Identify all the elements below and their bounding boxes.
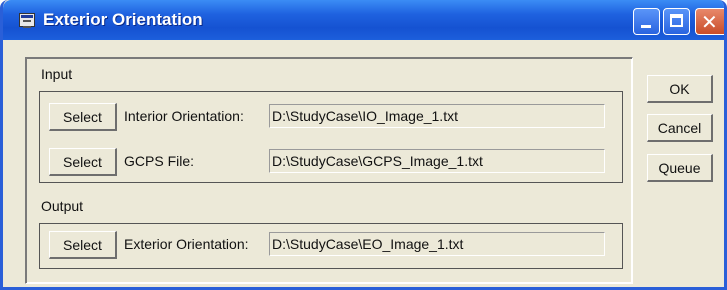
gcps-file-label: GCPS File:: [124, 153, 195, 169]
output-section-label: Output: [41, 198, 84, 214]
ok-button[interactable]: OK: [647, 75, 713, 103]
title-bar[interactable]: Exterior Orientation ✕: [3, 0, 724, 40]
window-title: Exterior Orientation: [43, 10, 203, 29]
select-gcps-file-button[interactable]: Select: [49, 148, 117, 176]
cancel-button[interactable]: Cancel: [647, 114, 713, 142]
interior-orientation-label: Interior Orientation:: [124, 108, 244, 124]
maximize-icon: [670, 14, 683, 27]
minimize-button[interactable]: [633, 8, 660, 35]
input-section-label: Input: [41, 66, 73, 82]
close-button[interactable]: ✕: [695, 8, 724, 35]
maximize-button[interactable]: [663, 8, 690, 35]
exterior-orientation-field[interactable]: D:\StudyCase\EO_Image_1.txt: [269, 232, 605, 256]
app-icon: [19, 13, 35, 28]
exterior-orientation-label: Exterior Orientation:: [124, 236, 249, 252]
dialog-window: Exterior Orientation ✕ Input Select Inte…: [0, 0, 727, 290]
select-interior-orientation-button[interactable]: Select: [49, 103, 117, 131]
interior-orientation-field[interactable]: D:\StudyCase\IO_Image_1.txt: [269, 104, 605, 128]
dialog-body: Input Select Interior Orientation: D:\St…: [6, 40, 724, 287]
queue-button[interactable]: Queue: [647, 154, 713, 182]
select-exterior-orientation-button[interactable]: Select: [49, 231, 117, 259]
gcps-file-field[interactable]: D:\StudyCase\GCPS_Image_1.txt: [269, 149, 605, 173]
close-icon: ✕: [701, 10, 718, 34]
minimize-icon: [641, 25, 651, 28]
